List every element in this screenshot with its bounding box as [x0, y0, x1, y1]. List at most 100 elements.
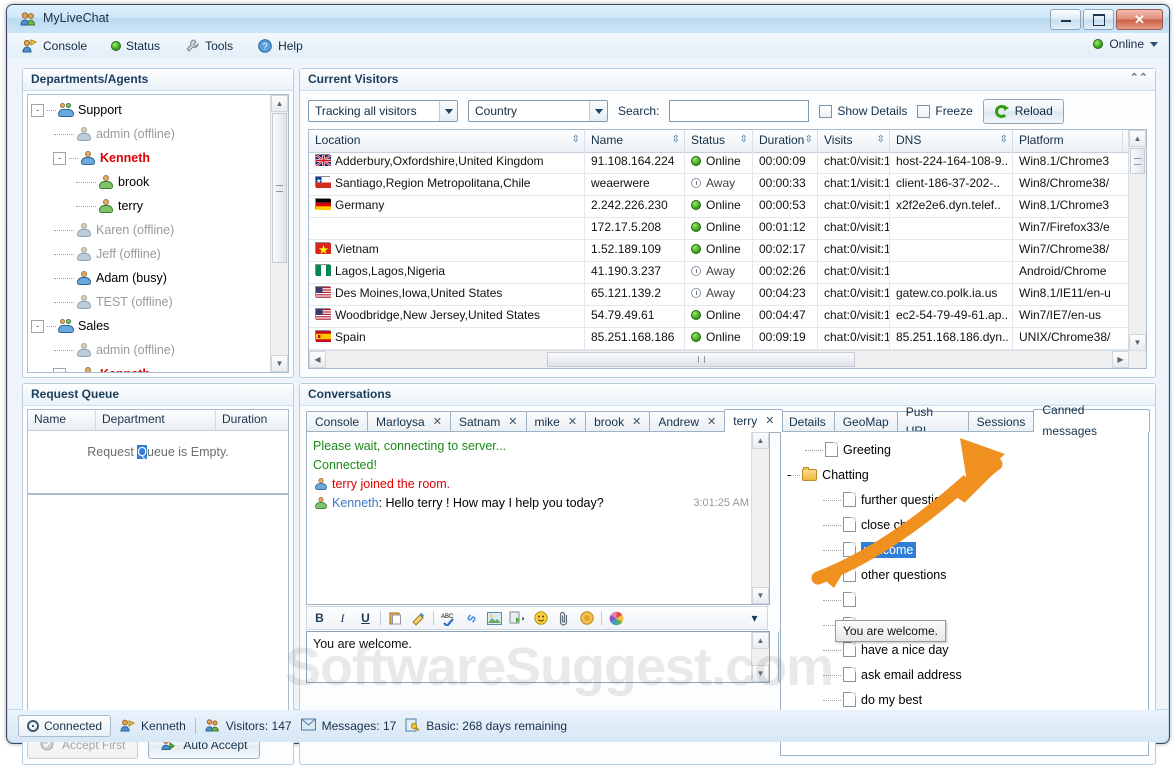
close-tab-icon[interactable]: ✕: [508, 413, 517, 432]
collapse-panel-icon[interactable]: ⌃⌃: [1130, 73, 1148, 84]
chat-scrollbar[interactable]: ▲ ▼: [751, 432, 769, 604]
departments-scrollbar[interactable]: ▲ ▼: [270, 95, 288, 372]
link-icon[interactable]: [463, 610, 480, 627]
visitors-table-row[interactable]: 172.17.5.208Online00:01:12chat:0/visit:1…: [309, 218, 1129, 240]
close-tab-icon[interactable]: ✕: [765, 411, 774, 432]
visitors-table-row[interactable]: Spain85.251.168.186Online00:09:19chat:0/…: [309, 328, 1129, 350]
conversation-tab[interactable]: terry✕: [724, 409, 783, 432]
department-tree-item[interactable]: Jeff (offline): [31, 242, 271, 266]
sort-icon[interactable]: ⇳: [740, 134, 748, 145]
bold-icon[interactable]: B: [311, 610, 328, 627]
chevron-down-icon[interactable]: [589, 101, 607, 121]
queue-col-department[interactable]: Department: [96, 410, 216, 430]
connection-status[interactable]: Connected: [18, 715, 111, 737]
department-tree-item[interactable]: TEST (offline): [31, 290, 271, 314]
visitors-column-header[interactable]: Location⇳: [309, 130, 585, 152]
sort-icon[interactable]: ⇳: [1000, 134, 1008, 145]
visitor-detail-tab[interactable]: Details: [780, 411, 835, 432]
show-details-checkbox[interactable]: Show Details: [819, 104, 907, 118]
sort-icon[interactable]: ⇳: [672, 134, 680, 145]
department-tree-item[interactable]: brook: [31, 170, 271, 194]
scroll-up-icon[interactable]: ▲: [271, 95, 288, 112]
visitors-column-header[interactable]: DNS⇳: [890, 130, 1013, 152]
push-page-icon[interactable]: [509, 610, 526, 627]
presence-selector[interactable]: Online: [1093, 37, 1158, 51]
canned-message-item[interactable]: further question: [787, 487, 1148, 512]
sound-icon[interactable]: [578, 610, 595, 627]
close-tab-icon[interactable]: ✕: [707, 413, 716, 432]
visitors-column-header[interactable]: Status⇳: [685, 130, 753, 152]
department-tree-item[interactable]: admin (offline): [31, 338, 271, 362]
freeze-checkbox[interactable]: Freeze: [917, 104, 972, 118]
canned-message-item[interactable]: -Chatting: [787, 462, 1148, 487]
visitor-detail-tab[interactable]: GeoMap: [834, 411, 898, 432]
tree-expander-icon[interactable]: -: [53, 368, 66, 373]
scroll-up-icon[interactable]: ▲: [752, 632, 769, 649]
conversation-tab[interactable]: Satnam✕: [450, 411, 527, 432]
visitors-column-header[interactable]: Duration⇳: [753, 130, 818, 152]
visitors-table-row[interactable]: Germany2.242.226.230Online00:00:53chat:0…: [309, 196, 1129, 218]
department-tree-item[interactable]: terry: [31, 194, 271, 218]
conversation-tab[interactable]: Console: [306, 411, 368, 432]
close-tab-icon[interactable]: ✕: [632, 413, 641, 432]
scroll-thumb[interactable]: [1130, 148, 1145, 174]
scroll-up-icon[interactable]: ▲: [752, 432, 769, 449]
format-painter-icon[interactable]: [410, 610, 427, 627]
visitors-table-row[interactable]: Lagos,Lagos,Nigeria41.190.3.237Away00:02…: [309, 262, 1129, 284]
department-tree-item[interactable]: -Kenneth: [31, 362, 271, 372]
toolbar-overflow-icon[interactable]: ▾: [746, 610, 763, 627]
menu-help[interactable]: ? Help: [247, 36, 313, 56]
scroll-down-icon[interactable]: ▼: [752, 587, 769, 604]
visitors-column-header[interactable]: Name⇳: [585, 130, 685, 152]
sort-icon[interactable]: ⇳: [877, 134, 885, 145]
scroll-up-icon[interactable]: ▲: [1129, 130, 1146, 147]
canned-message-item[interactable]: welcome: [787, 537, 1148, 562]
visitors-horizontal-scrollbar[interactable]: ◀ ▶: [309, 350, 1146, 368]
canned-messages-tree[interactable]: Greeting-Chattingfurther questionclose c…: [780, 431, 1149, 756]
canned-message-item[interactable]: ask email address: [787, 662, 1148, 687]
visitors-table-row[interactable]: Vietnam1.52.189.109Online00:02:17chat:0/…: [309, 240, 1129, 262]
sort-icon[interactable]: ⇳: [805, 134, 813, 145]
conversation-tab[interactable]: Andrew✕: [649, 411, 725, 432]
menu-console[interactable]: Console: [12, 36, 97, 56]
sort-icon[interactable]: ⇳: [572, 134, 580, 145]
queue-col-name[interactable]: Name: [28, 410, 96, 430]
queue-col-duration[interactable]: Duration: [216, 410, 288, 430]
scroll-down-icon[interactable]: ▼: [752, 665, 769, 682]
minimize-button[interactable]: [1050, 9, 1081, 30]
canned-message-item[interactable]: close chat: [787, 512, 1148, 537]
country-select[interactable]: Country: [468, 100, 608, 122]
visitors-table-row[interactable]: Woodbridge,New Jersey,United States54.79…: [309, 306, 1129, 328]
paste-icon[interactable]: [387, 610, 404, 627]
menu-tools[interactable]: Tools: [174, 36, 243, 56]
tree-expander-icon[interactable]: -: [53, 152, 66, 165]
department-tree-item[interactable]: -Sales: [31, 314, 271, 338]
emoticon-icon[interactable]: [532, 610, 549, 627]
tree-expander-icon[interactable]: -: [31, 320, 44, 333]
scroll-left-icon[interactable]: ◀: [309, 351, 326, 368]
department-tree-item[interactable]: -Support: [31, 98, 271, 122]
visitors-table-row[interactable]: Santiago,Region Metropolitana,Chileweaer…: [309, 174, 1129, 196]
tracking-select[interactable]: Tracking all visitors: [308, 100, 458, 122]
menu-status[interactable]: Status: [101, 37, 170, 55]
message-input[interactable]: You are welcome. ▲ ▼: [306, 631, 770, 683]
visitor-detail-tab[interactable]: Sessions: [968, 411, 1035, 432]
color-wheel-icon[interactable]: [608, 610, 625, 627]
close-button[interactable]: ✕: [1116, 9, 1163, 30]
visitors-column-header[interactable]: Platform: [1013, 130, 1123, 152]
visitors-column-header[interactable]: Visits⇳: [818, 130, 890, 152]
visitors-grid-body[interactable]: Adderbury,Oxfordshire,United Kingdom91.1…: [309, 152, 1129, 351]
close-tab-icon[interactable]: ✕: [433, 413, 442, 432]
visitor-detail-tab[interactable]: Canned messages: [1033, 409, 1150, 432]
chevron-down-icon[interactable]: [439, 101, 457, 121]
underline-icon[interactable]: U: [357, 610, 374, 627]
scroll-down-icon[interactable]: ▼: [1129, 334, 1146, 351]
scroll-down-icon[interactable]: ▼: [271, 355, 288, 372]
close-tab-icon[interactable]: ✕: [568, 413, 577, 432]
canned-message-item[interactable]: other questions: [787, 562, 1148, 587]
image-icon[interactable]: [486, 610, 503, 627]
italic-icon[interactable]: I: [334, 610, 351, 627]
maximize-button[interactable]: [1083, 9, 1114, 30]
department-tree-item[interactable]: Adam (busy): [31, 266, 271, 290]
conversation-tab[interactable]: brook✕: [585, 411, 650, 432]
